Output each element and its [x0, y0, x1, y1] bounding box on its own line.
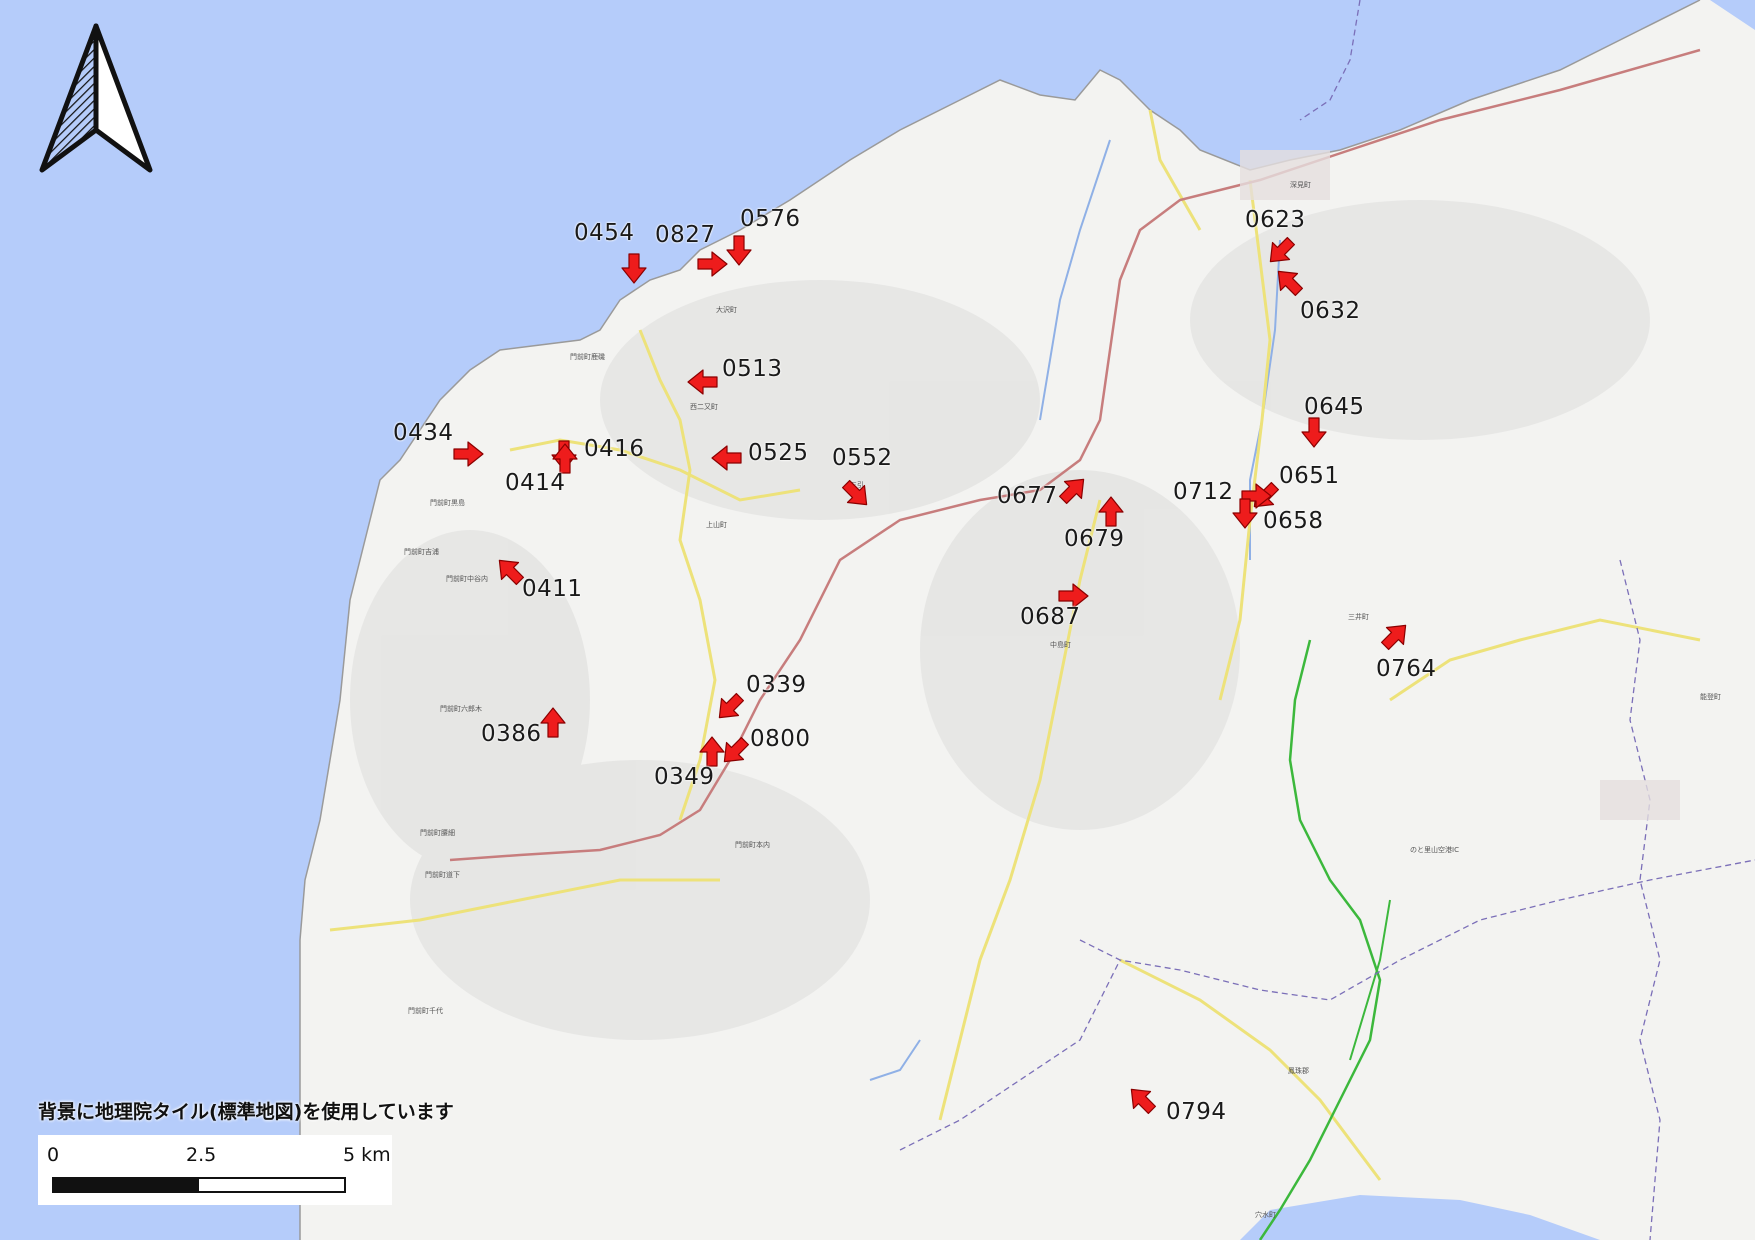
place-label: 西二又町: [690, 403, 718, 411]
marker-arrow-icon[interactable]: [1378, 619, 1412, 653]
marker-label: 0339: [746, 672, 807, 698]
place-label: 門前町黒島: [430, 499, 465, 507]
marker-label: 0414: [505, 470, 566, 496]
place-label: 能登町: [1700, 693, 1721, 701]
place-label: 鳳珠郡: [1288, 1067, 1309, 1075]
marker-label: 0623: [1245, 207, 1306, 233]
place-label: 中島町: [1050, 641, 1071, 649]
place-label: 門前町中谷内: [446, 575, 488, 583]
place-label: 三井町: [1348, 613, 1369, 621]
marker-label: 0454: [574, 220, 635, 246]
scale-bar: 0 2.5 5 km: [38, 1135, 392, 1205]
place-label: 穴水町: [1255, 1211, 1276, 1219]
marker-label: 0349: [654, 764, 715, 790]
marker-label: 0411: [522, 576, 583, 602]
marker-label: 0645: [1304, 394, 1365, 420]
north-arrow-icon: [39, 23, 153, 173]
marker-arrow-icon[interactable]: [1056, 473, 1090, 507]
marker-arrow-icon[interactable]: [1297, 415, 1331, 449]
place-label: 上山町: [706, 521, 727, 529]
map-view[interactable]: 門前町鹿磯門前町道下 門前町黒島穴水町 能登町鳳珠郡 三井町のと里山空港IC 上山町 大沢…: [0, 0, 1755, 1240]
scale-tick-0: 0: [47, 1144, 60, 1166]
place-label: 門前町道下: [425, 871, 460, 879]
marker-label: 0677: [997, 483, 1058, 509]
place-label: 門前町千代: [408, 1007, 443, 1015]
marker-arrow-icon[interactable]: [713, 690, 747, 724]
map-attribution: 背景に地理院タイル(標準地図)を使用しています: [38, 1101, 454, 1123]
marker-label: 0525: [748, 440, 809, 466]
marker-arrow-icon[interactable]: [1094, 495, 1128, 529]
place-label: のと里山空港IC: [1410, 846, 1459, 854]
marker-label: 0794: [1166, 1099, 1227, 1125]
scale-tick-mid: 2.5: [186, 1144, 217, 1166]
place-label: 門前町吉浦: [404, 548, 439, 556]
scale-bar-graphic: [52, 1177, 346, 1193]
marker-label: 0687: [1020, 604, 1081, 630]
marker-label: 0800: [750, 726, 811, 752]
place-label: 深見町: [1290, 181, 1311, 189]
marker-label: 0416: [584, 436, 645, 462]
marker-arrow-icon[interactable]: [451, 437, 485, 471]
marker-arrow-icon[interactable]: [1272, 265, 1306, 299]
marker-label: 0386: [481, 721, 542, 747]
place-label: 門前町六郎木: [440, 705, 482, 713]
marker-arrow-icon[interactable]: [710, 441, 744, 475]
marker-label: 0827: [655, 222, 716, 248]
base-map: [0, 0, 1755, 1240]
marker-label: 0764: [1376, 656, 1437, 682]
marker-label: 0651: [1279, 463, 1340, 489]
marker-arrow-icon[interactable]: [686, 365, 720, 399]
place-label: 門前町鹿磯: [570, 353, 605, 361]
marker-label: 0658: [1263, 508, 1324, 534]
place-label: 門前町本内: [735, 841, 770, 849]
marker-label: 0513: [722, 356, 783, 382]
marker-arrow-icon[interactable]: [1264, 234, 1298, 268]
marker-arrow-icon[interactable]: [839, 477, 873, 511]
marker-label: 0679: [1064, 526, 1125, 552]
marker-label: 0552: [832, 445, 893, 471]
marker-label: 0434: [393, 420, 454, 446]
marker-arrow-icon[interactable]: [1125, 1083, 1159, 1117]
place-label: 大沢町: [716, 306, 737, 314]
marker-label: 0576: [740, 206, 801, 232]
place-label: 門前町腰細: [420, 829, 455, 837]
marker-label: 0712: [1173, 479, 1234, 505]
marker-arrow-icon[interactable]: [617, 251, 651, 285]
scale-tick-max: 5 km: [343, 1144, 391, 1166]
marker-arrow-icon[interactable]: [1228, 496, 1262, 530]
marker-label: 0632: [1300, 298, 1361, 324]
marker-arrow-icon[interactable]: [722, 233, 756, 267]
